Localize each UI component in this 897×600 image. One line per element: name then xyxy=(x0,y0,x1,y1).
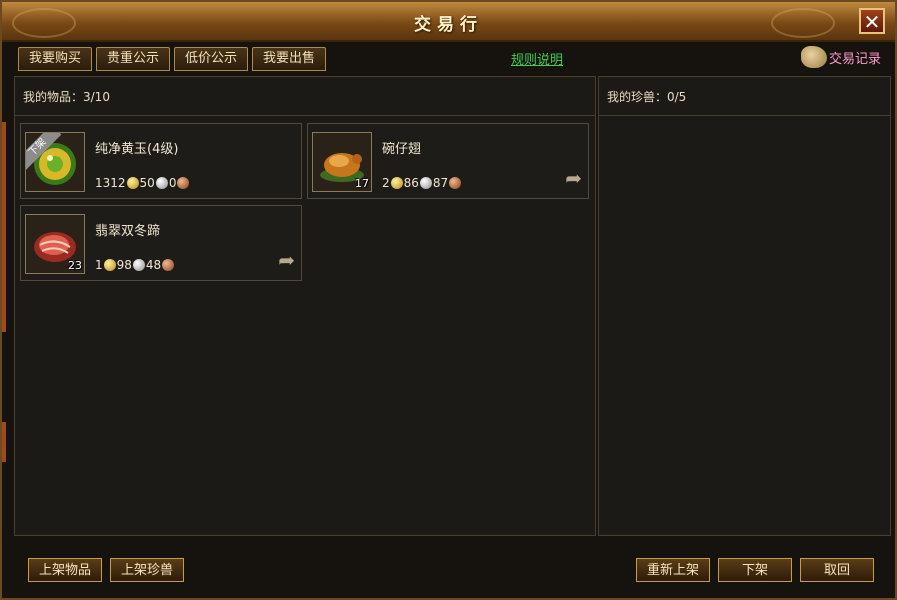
gold-amount: 1312 xyxy=(95,176,126,190)
tab-low-price-notice[interactable]: 低价公示 xyxy=(174,47,249,71)
silver-amount: 98 xyxy=(116,258,132,272)
gold-coin-icon xyxy=(103,259,116,271)
item-name: 碗仔翅 xyxy=(382,142,422,157)
silver-coin-icon xyxy=(155,177,168,189)
copper-amount: 0 xyxy=(168,176,177,190)
tab-sell[interactable]: 我要出售 xyxy=(252,47,327,71)
tab-buy[interactable]: 我要购买 xyxy=(18,47,93,71)
item-quantity: 17 xyxy=(355,177,369,190)
silver-coin-icon xyxy=(419,177,432,189)
my-items-header: 我的物品：3/10 xyxy=(15,77,595,116)
item-slot[interactable]: 23 xyxy=(25,214,85,274)
retrieve-button[interactable]: 取回 xyxy=(800,558,874,582)
gold-coin-icon xyxy=(390,177,403,189)
item-price: 2 86 87 xyxy=(382,176,462,190)
trade-window: 交易行 ✕ 我要购买 贵重公示 低价公示 我要出售 规则说明 交易记录 我的物品… xyxy=(0,0,897,600)
item-card-yellow-jade[interactable]: 下架 纯净黄玉(4级) 1312 50 0 xyxy=(20,123,302,199)
title-bar[interactable]: 交易行 ✕ xyxy=(2,2,895,42)
rules-link[interactable]: 规则说明 xyxy=(511,49,563,68)
tab-valuable-notice[interactable]: 贵重公示 xyxy=(96,47,171,71)
item-card-jade-pork-knuckle[interactable]: 23 翡翠双冬蹄 1 98 48 ➦ xyxy=(20,205,302,281)
item-quantity: 23 xyxy=(68,259,82,272)
my-pets-header: 我的珍兽：0/5 xyxy=(599,77,890,116)
item-name: 翡翠双冬蹄 xyxy=(95,224,161,239)
tab-bar: 我要购买 贵重公示 低价公示 我要出售 xyxy=(18,47,327,71)
gold-coin-icon xyxy=(126,177,139,189)
gold-amount: 1 xyxy=(95,258,103,272)
trade-record-button[interactable]: 交易记录 xyxy=(800,46,881,68)
share-arrow-icon[interactable]: ➦ xyxy=(278,248,295,272)
copper-coin-icon xyxy=(177,177,190,189)
copper-amount: 87 xyxy=(432,176,449,190)
item-price: 1312 50 0 xyxy=(95,176,190,190)
my-pets-panel: 我的珍兽：0/5 xyxy=(598,76,891,536)
my-items-panel: 我的物品：3/10 下架 纯净黄玉(4级) 1312 50 0 17 碗仔翅 2… xyxy=(14,76,596,536)
list-pet-button[interactable]: 上架珍兽 xyxy=(110,558,184,582)
copper-amount: 48 xyxy=(145,258,162,272)
silver-coin-icon xyxy=(132,259,145,271)
delist-button[interactable]: 下架 xyxy=(718,558,792,582)
item-slot[interactable]: 下架 xyxy=(25,132,85,192)
scroll-icon xyxy=(800,46,827,68)
trade-record-label: 交易记录 xyxy=(828,51,881,67)
item-name: 纯净黄玉(4级) xyxy=(95,142,179,157)
item-card-shark-fin-soup[interactable]: 17 碗仔翅 2 86 87 ➦ xyxy=(307,123,589,199)
gold-amount: 2 xyxy=(382,176,390,190)
item-slot[interactable]: 17 xyxy=(312,132,372,192)
window-title: 交易行 xyxy=(414,15,483,35)
left-edge-decoration xyxy=(2,122,6,332)
copper-coin-icon xyxy=(449,177,462,189)
relist-button[interactable]: 重新上架 xyxy=(636,558,710,582)
copper-coin-icon xyxy=(162,259,175,271)
item-price: 1 98 48 xyxy=(95,258,175,272)
share-arrow-icon[interactable]: ➦ xyxy=(565,166,582,190)
list-item-button[interactable]: 上架物品 xyxy=(28,558,102,582)
silver-amount: 86 xyxy=(403,176,419,190)
left-edge-decoration-2 xyxy=(2,422,6,462)
close-button[interactable]: ✕ xyxy=(859,8,885,34)
silver-amount: 50 xyxy=(139,176,155,190)
